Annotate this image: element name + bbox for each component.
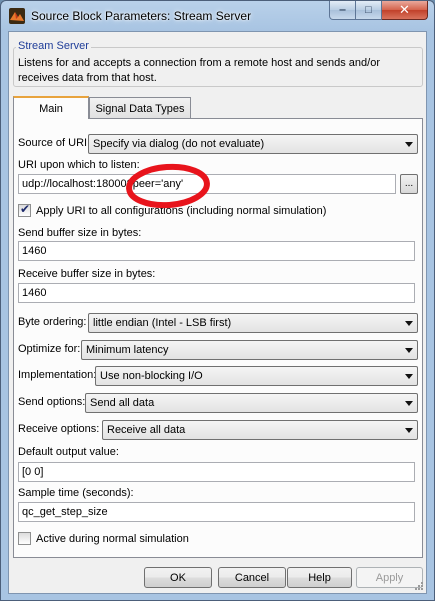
title-bar[interactable]: Source Block Parameters: Stream Server ‒… [1,1,434,31]
tab-main[interactable]: Main [13,96,89,119]
browse-label: ... [404,178,414,189]
implementation-select[interactable]: Use non-blocking I/O [95,366,418,386]
maximize-button[interactable]: □ [356,1,382,20]
close-icon: ✕ [399,2,410,17]
chevron-down-icon [405,348,413,353]
active-normal-checkbox[interactable] [18,532,31,545]
ok-button[interactable]: OK [144,567,212,588]
apply-button[interactable]: Apply [356,567,423,588]
group-title: Stream Server [16,40,91,52]
default-output-value: [0 0] [22,466,44,478]
tab-label: Main [39,102,63,115]
button-label: OK [170,571,186,584]
group-description: Listens for and accepts a connection fro… [18,57,380,84]
select-value: Use non-blocking I/O [100,370,203,382]
source-of-uri-label: Source of URI: [18,137,91,149]
maximize-icon: □ [365,4,372,16]
tab-label: Signal Data Types [95,102,185,115]
window-title: Source Block Parameters: Stream Server [31,9,252,23]
minimize-button[interactable]: ‒ [329,1,356,20]
dialog-client: Stream Server Listens for and accepts a … [8,31,427,594]
sample-time-input[interactable]: qc_get_step_size [18,502,415,522]
sample-time-value: qc_get_step_size [22,506,108,518]
active-normal-label: Active during normal simulation [36,533,189,545]
send-buffer-input[interactable]: 1460 [18,241,415,261]
chevron-down-icon [405,428,413,433]
button-label: Help [308,571,331,584]
minimize-icon: ‒ [339,4,346,16]
default-output-input[interactable]: [0 0] [18,462,415,482]
send-options-label: Send options: [18,396,86,408]
matlab-icon [9,8,25,24]
button-label: Apply [375,571,404,584]
select-value: Specify via dialog (do not evaluate) [93,138,265,150]
select-value: Send all data [90,397,155,409]
byte-ordering-label: Byte ordering: [18,316,87,328]
optimize-for-label: Optimize for: [18,343,81,355]
dialog-window: Source Block Parameters: Stream Server ‒… [0,0,435,601]
button-label: Cancel [234,571,270,584]
chevron-down-icon [405,321,413,326]
receive-options-label: Receive options: [18,423,100,435]
main-tab-panel: Source of URI: Specify via dialog (do no… [13,118,423,558]
implementation-label: Implementation: [18,369,97,381]
source-of-uri-select[interactable]: Specify via dialog (do not evaluate) [88,134,418,154]
uri-label: URI upon which to listen: [18,159,140,171]
receive-options-select[interactable]: Receive all data [102,420,418,440]
resize-grip-icon[interactable] [414,581,424,591]
select-value: little endian (Intel - LSB first) [93,317,232,329]
red-circle-annotation [126,163,210,209]
byte-ordering-select[interactable]: little endian (Intel - LSB first) [88,313,418,333]
select-value: Minimum latency [86,344,169,356]
close-button[interactable]: ✕ [382,1,428,20]
send-options-select[interactable]: Send all data [85,393,418,413]
receive-buffer-input[interactable]: 1460 [18,283,415,303]
send-buffer-value: 1460 [22,245,47,257]
chevron-down-icon [405,142,413,147]
receive-buffer-value: 1460 [22,287,47,299]
uri-browse-button[interactable]: ... [400,174,418,194]
chevron-down-icon [405,401,413,406]
select-value: Receive all data [107,424,186,436]
send-buffer-label: Send buffer size in bytes: [18,227,142,239]
default-output-label: Default output value: [18,446,119,458]
apply-uri-checkbox[interactable]: ✔ [18,202,31,217]
optimize-for-select[interactable]: Minimum latency [81,340,418,360]
sample-time-label: Sample time (seconds): [18,487,134,499]
receive-buffer-label: Receive buffer size in bytes: [18,268,156,280]
help-button[interactable]: Help [287,567,352,588]
checkmark-icon: ✔ [20,202,31,216]
cancel-button[interactable]: Cancel [218,567,286,588]
chevron-down-icon [405,374,413,379]
tab-signal-data-types[interactable]: Signal Data Types [89,97,191,119]
